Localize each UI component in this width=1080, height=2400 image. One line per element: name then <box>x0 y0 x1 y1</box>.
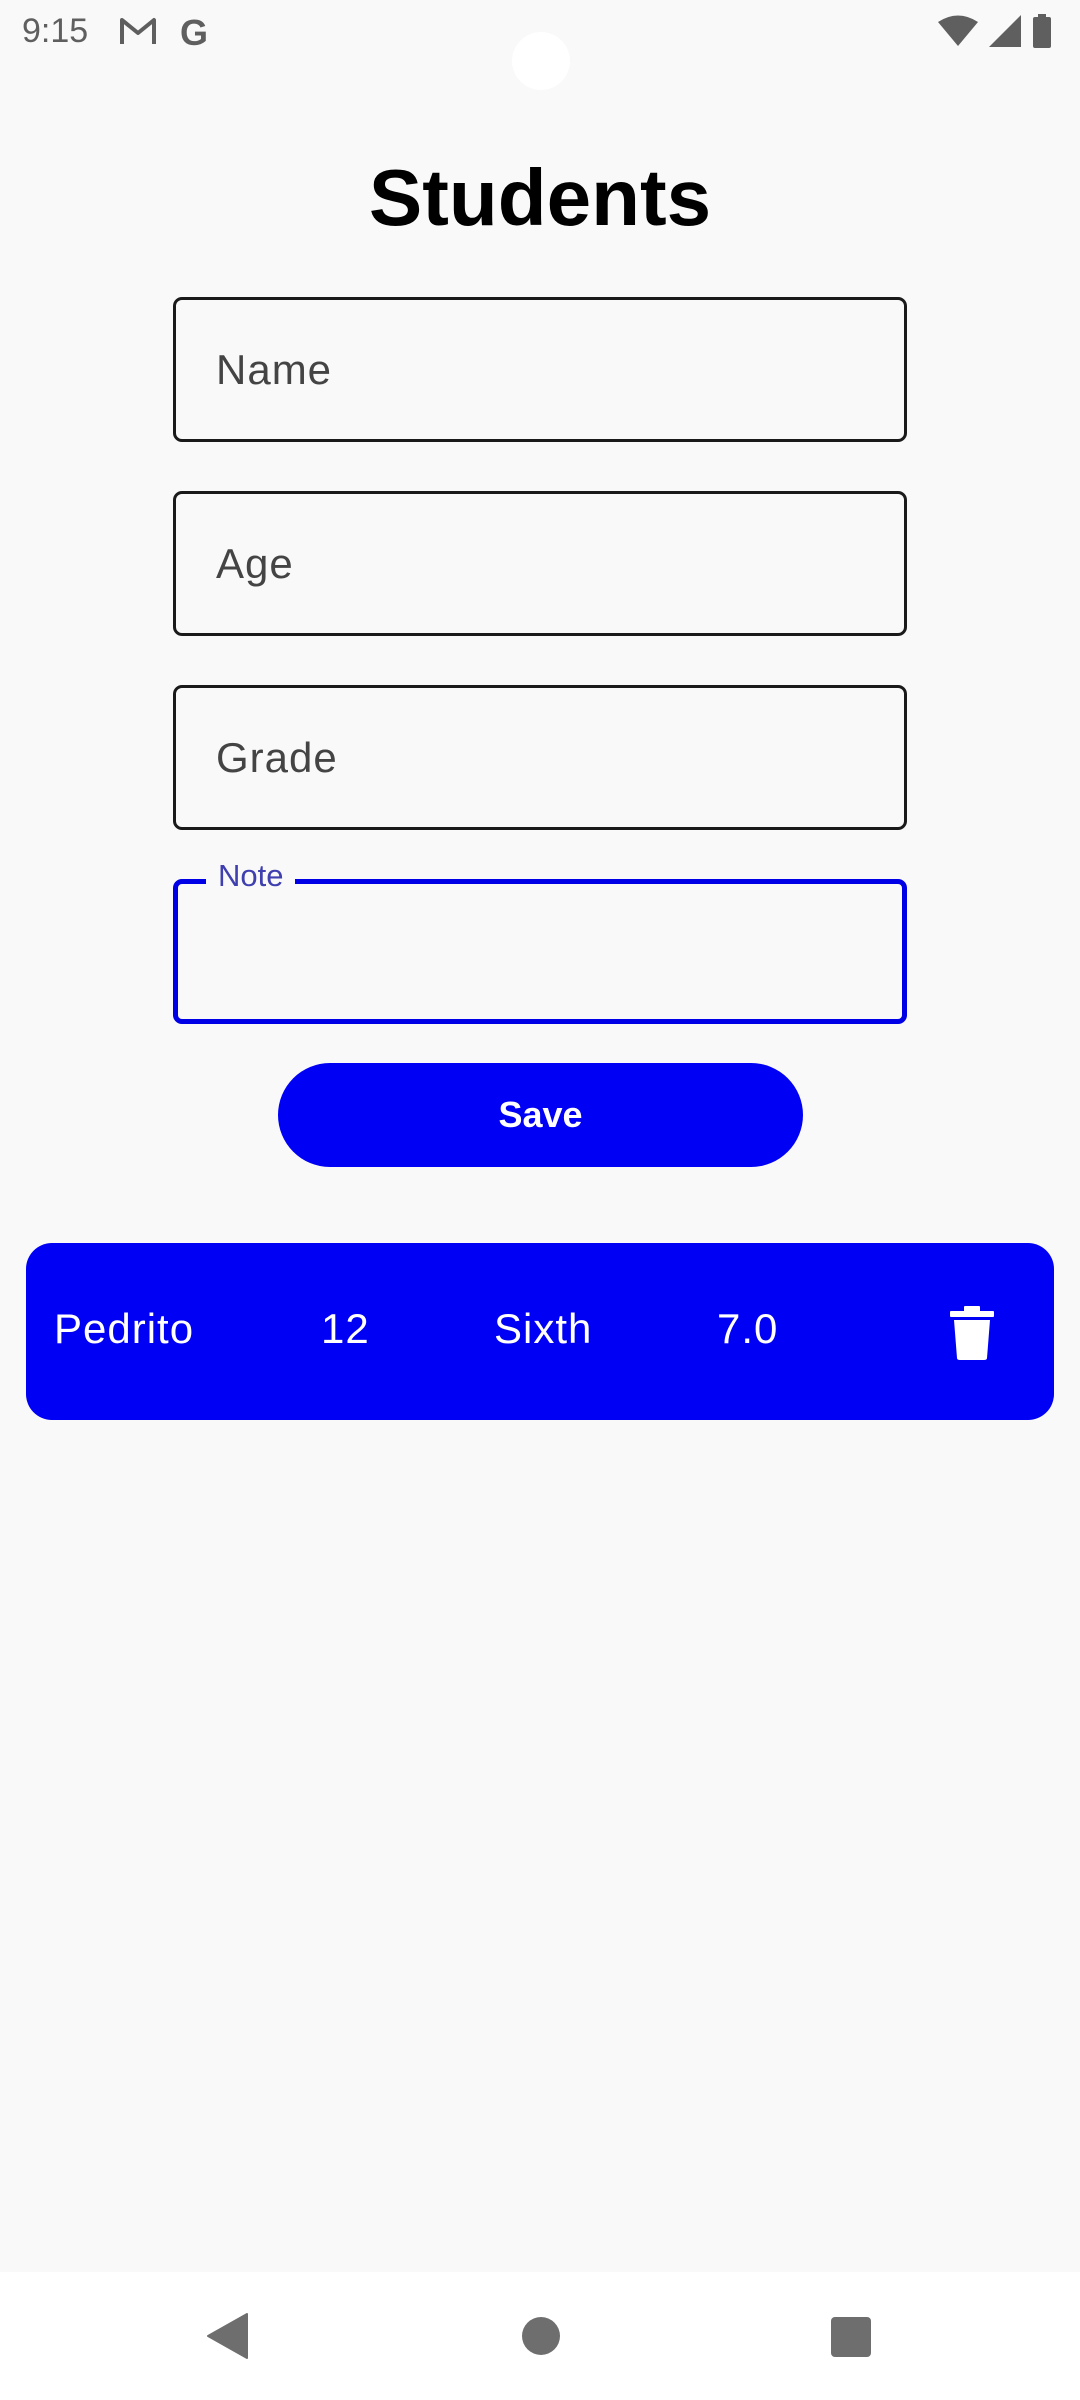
student-row: Pedrito 12 Sixth 7.0 <box>26 1243 1054 1420</box>
status-bar: 9:15 G <box>0 0 1080 90</box>
navigation-bar <box>0 2272 1080 2400</box>
status-time: 9:15 <box>22 12 89 50</box>
student-name: Pedrito <box>54 1305 195 1352</box>
note-field[interactable]: Note <box>173 858 907 1024</box>
page-title: Students <box>368 153 712 242</box>
trash-icon[interactable] <box>946 1305 998 1361</box>
recents-icon[interactable] <box>831 2317 871 2357</box>
grade-field[interactable]: Grade <box>173 685 907 830</box>
save-button[interactable]: Save <box>278 1063 803 1167</box>
student-age: 12 <box>321 1305 370 1352</box>
gmail-icon <box>120 16 156 46</box>
status-icons <box>938 14 1052 53</box>
name-field[interactable]: Name <box>173 297 907 442</box>
name-field-placeholder: Name <box>216 346 333 393</box>
student-note: 7.0 <box>717 1305 779 1352</box>
back-icon[interactable] <box>205 2312 249 2360</box>
google-icon: G <box>180 12 209 53</box>
age-field-placeholder: Age <box>216 540 294 587</box>
home-icon[interactable] <box>522 2317 560 2355</box>
camera-cutout <box>512 32 570 90</box>
grade-field-placeholder: Grade <box>216 734 338 781</box>
signal-icon <box>988 14 1022 53</box>
note-field-label: Note <box>206 858 296 894</box>
age-field[interactable]: Age <box>173 491 907 636</box>
battery-icon <box>1032 14 1052 53</box>
wifi-icon <box>938 15 978 52</box>
student-grade: Sixth <box>494 1305 593 1352</box>
